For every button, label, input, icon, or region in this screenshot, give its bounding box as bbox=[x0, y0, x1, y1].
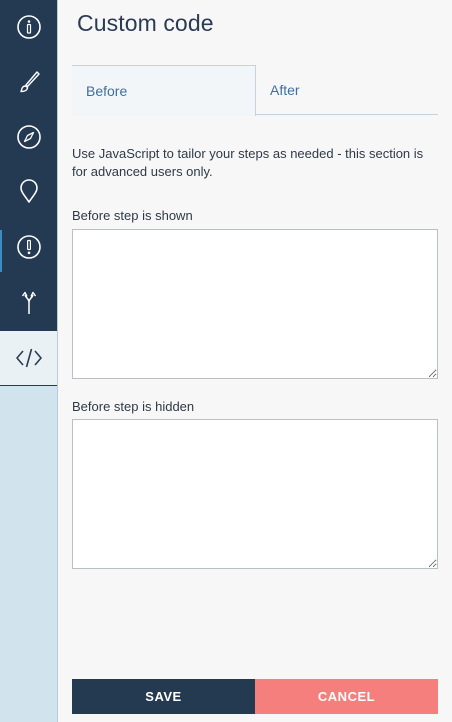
tab-bar: Before After bbox=[72, 65, 438, 116]
alert-icon bbox=[15, 233, 43, 261]
sidebar-item-custom-code[interactable] bbox=[0, 331, 57, 385]
tab-after[interactable]: After bbox=[256, 65, 438, 115]
before-hidden-code-input[interactable] bbox=[72, 419, 438, 569]
branch-arrow-icon bbox=[15, 288, 43, 316]
before-shown-code-input[interactable] bbox=[72, 229, 438, 379]
info-icon bbox=[15, 13, 43, 41]
sidebar-item-design[interactable] bbox=[0, 55, 57, 109]
before-shown-label: Before step is shown bbox=[72, 208, 193, 223]
sidebar-item-alerts[interactable] bbox=[0, 220, 57, 274]
brush-icon bbox=[15, 68, 43, 96]
sidebar-item-navigation[interactable] bbox=[0, 110, 57, 164]
tab-before[interactable]: Before bbox=[72, 65, 256, 116]
sidebar-item-info[interactable] bbox=[0, 0, 57, 54]
description-text: Use JavaScript to tailor your steps as n… bbox=[72, 146, 424, 179]
page-title: Custom code bbox=[77, 10, 214, 36]
main-content: Custom code Before After Use JavaScript … bbox=[58, 0, 452, 722]
location-pin-icon bbox=[15, 177, 43, 205]
compass-icon bbox=[15, 123, 43, 151]
save-button[interactable]: SAVE bbox=[72, 679, 255, 714]
custom-code-panel: Custom code Before After Use JavaScript … bbox=[0, 0, 452, 722]
sidebar-item-placement[interactable] bbox=[0, 164, 57, 218]
cancel-button[interactable]: CANCEL bbox=[255, 679, 438, 714]
before-hidden-label: Before step is hidden bbox=[72, 399, 195, 414]
sidebar bbox=[0, 0, 58, 722]
code-icon bbox=[14, 346, 44, 370]
sidebar-item-branching[interactable] bbox=[0, 275, 57, 329]
